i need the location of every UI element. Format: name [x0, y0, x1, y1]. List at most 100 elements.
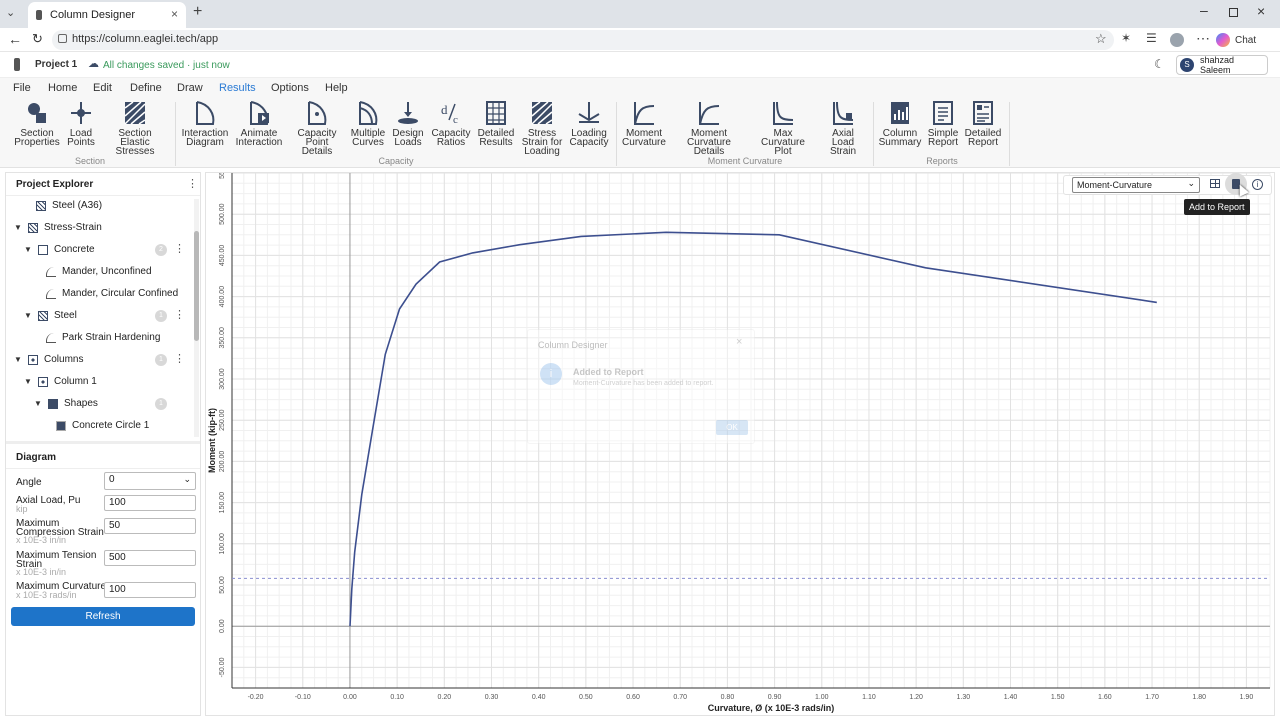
dialog-close-icon[interactable]: × — [736, 336, 742, 348]
dialog-ok-button[interactable]: OK — [716, 420, 748, 435]
new-tab-icon[interactable]: + — [193, 3, 202, 21]
copilot-icon — [1216, 33, 1230, 47]
tree-item-concrete-circle-1[interactable]: Concrete Circle 1 — [56, 420, 149, 431]
expand-chevron-icon[interactable]: ▼ — [24, 311, 32, 320]
column-summary-button[interactable]: Column Summary — [878, 100, 922, 148]
close-window-icon[interactable]: × — [1257, 3, 1265, 19]
extensions-icon[interactable]: ✶ — [1121, 31, 1131, 45]
section-properties-button[interactable]: Section Properties — [14, 100, 60, 148]
max-compression-strain-input[interactable]: 50 — [104, 518, 196, 534]
menu-home[interactable]: Home — [48, 82, 77, 94]
project-name[interactable]: Project 1 — [35, 59, 77, 70]
tree-item-mander-unconfined[interactable]: Mander, Unconfined — [46, 266, 152, 277]
info-icon[interactable]: i — [1252, 179, 1263, 190]
refresh-button[interactable]: Refresh — [11, 607, 195, 626]
design-loads-button[interactable]: Design Loads — [392, 100, 424, 148]
section-elastic-stresses-button[interactable]: Section Elastic Stresses — [102, 100, 168, 157]
theme-toggle-icon[interactable]: ☾ — [1154, 57, 1165, 71]
site-info-icon[interactable] — [58, 34, 67, 43]
group-label-section: Section — [74, 156, 106, 166]
x-tick-label: -0.20 — [248, 694, 264, 701]
load-points-button[interactable]: Load Points — [64, 100, 98, 148]
menu-draw[interactable]: Draw — [177, 82, 203, 94]
multiple-curves-button[interactable]: Multiple Curves — [350, 100, 386, 148]
expand-chevron-icon[interactable]: ▼ — [34, 399, 42, 408]
detailed-report-button[interactable]: Detailed Report — [964, 100, 1002, 148]
tree-item-concrete[interactable]: Concrete — [38, 244, 95, 255]
info-circle-icon: i — [540, 363, 562, 385]
tree-item-park-strain-hardening[interactable]: Park Strain Hardening — [46, 332, 160, 343]
favorites-icon[interactable]: ☰ — [1146, 31, 1157, 45]
simple-report-button[interactable]: Simple Report — [926, 100, 960, 148]
expand-chevron-icon[interactable]: ▼ — [14, 223, 22, 232]
ribbon-separator — [1009, 102, 1010, 166]
angle-select[interactable]: 0 ⌄ — [104, 472, 196, 490]
menu-results[interactable]: Results — [219, 82, 256, 94]
y-tick-label: 50.00 — [219, 576, 226, 594]
menu-edit[interactable]: Edit — [93, 82, 112, 94]
menu-file[interactable]: File — [13, 82, 31, 94]
ribbon-separator — [175, 102, 176, 166]
tree-item-mander-circular-confined[interactable]: Mander, Circular Confined — [46, 288, 178, 299]
y-tick-label: 450.00 — [219, 245, 226, 267]
axial-load-input[interactable]: 100 — [104, 495, 196, 511]
detailed-results-button[interactable]: Detailed Results — [477, 100, 515, 148]
concrete-icon — [38, 244, 48, 255]
expand-chevron-icon[interactable]: ▼ — [24, 377, 32, 386]
menu-help[interactable]: Help — [325, 82, 348, 94]
moment-curvature-button[interactable]: Moment Curvature — [622, 100, 666, 148]
animate-interaction-button[interactable]: Animate Interaction — [235, 100, 283, 148]
minimize-icon[interactable]: – — [1200, 2, 1208, 18]
table-view-icon[interactable] — [1210, 179, 1220, 188]
moment-curvature-chart[interactable]: -0.20 -0.10 0.00 0.10 0.20 0.30 0.40 0.50 0.60 0.… — [206, 173, 1274, 715]
tree-item-stress-strain[interactable]: Stress-Strain — [28, 222, 102, 233]
settings-more-icon[interactable]: ⋯ — [1196, 30, 1210, 47]
count-badge: 1 — [155, 354, 167, 366]
moment-curvature-details-button[interactable]: Moment Curvature Details — [672, 100, 746, 157]
expand-chevron-icon[interactable]: ▼ — [24, 245, 32, 254]
max-curvature-input[interactable]: 100 — [104, 582, 196, 598]
reload-icon[interactable]: ↻ — [32, 31, 43, 47]
explorer-menu-icon[interactable]: ⋮ — [187, 177, 198, 190]
tree-item-column-1[interactable]: Column 1 — [38, 376, 97, 387]
stress-strain-for-loading-button[interactable]: Stress Strain for Loading — [521, 100, 563, 157]
project-explorer-title: Project Explorer — [16, 179, 94, 190]
menu-options[interactable]: Options — [271, 82, 309, 94]
explorer-scrollbar[interactable] — [194, 199, 199, 437]
tree-item-steel-a36[interactable]: Steel (A36) — [36, 200, 102, 211]
browser-tab[interactable]: Column Designer × — [28, 2, 186, 28]
diagram-header-divider — [6, 468, 200, 469]
scrollbar-thumb[interactable] — [194, 231, 199, 341]
tree-item-steel[interactable]: Steel — [38, 310, 77, 321]
tree-item-columns[interactable]: Columns — [28, 354, 83, 365]
tree-item-shapes[interactable]: Shapes — [48, 398, 98, 409]
item-menu-icon[interactable]: ⋮ — [174, 352, 185, 365]
interaction-diagram-icon — [196, 101, 215, 125]
expand-chevron-icon[interactable]: ▼ — [14, 355, 22, 364]
back-icon[interactable]: ← — [8, 31, 22, 47]
panel-divider[interactable] — [6, 441, 200, 444]
maximize-icon[interactable] — [1229, 8, 1238, 17]
interaction-diagram-button[interactable]: Interaction Diagram — [181, 100, 229, 148]
tab-close-icon[interactable]: × — [171, 7, 178, 21]
capacity-point-details-button[interactable]: Capacity Point Details — [290, 100, 344, 157]
favorite-star-icon[interactable]: ☆ — [1095, 31, 1107, 47]
loading-capacity-button[interactable]: Loading Capacity — [569, 100, 609, 148]
capacity-ratios-button[interactable]: d c Capacity Ratios — [431, 100, 471, 148]
chat-button[interactable]: Chat — [1216, 31, 1256, 49]
axial-load-strain-button[interactable]: Axial Load Strain — [820, 100, 866, 157]
stress-strain-icon — [28, 222, 38, 233]
menu-define[interactable]: Define — [130, 82, 162, 94]
ribbon-separator — [616, 102, 617, 166]
url-field[interactable]: https://column.eaglei.tech/app — [52, 30, 1114, 50]
x-tick-label: 1.90 — [1240, 694, 1254, 701]
item-menu-icon[interactable]: ⋮ — [174, 308, 185, 321]
max-tension-strain-input[interactable]: 500 — [104, 550, 196, 566]
user-menu-button[interactable]: S shahzad Saleem — [1176, 55, 1268, 75]
axial-load-strain-icon — [833, 101, 854, 125]
item-menu-icon[interactable]: ⋮ — [174, 242, 185, 255]
tab-list-chevron-icon[interactable]: ⌄ — [6, 6, 20, 20]
profile-avatar-icon[interactable] — [1170, 33, 1184, 47]
chart-type-select[interactable]: Moment-Curvature ⌄ — [1072, 177, 1200, 193]
max-curvature-plot-button[interactable]: Max Curvature Plot — [752, 100, 814, 157]
